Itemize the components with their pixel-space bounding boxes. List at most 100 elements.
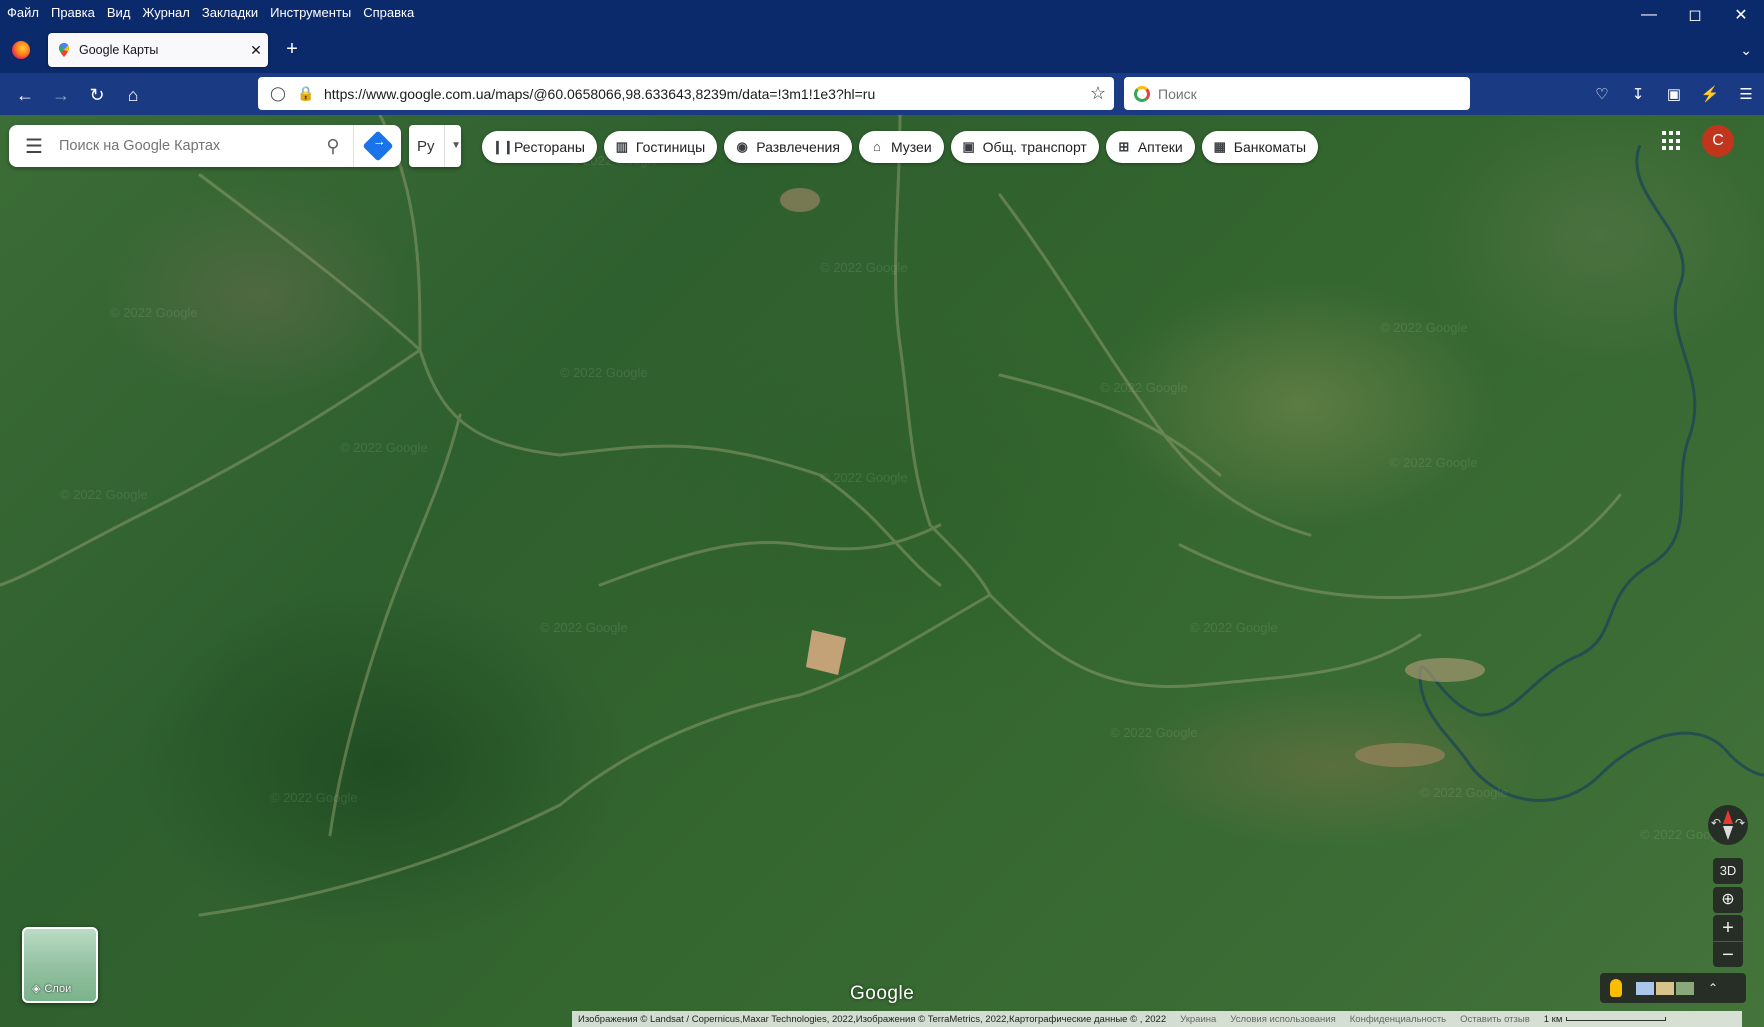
- language-select[interactable]: Ру ▼: [409, 125, 461, 167]
- new-tab-button[interactable]: +: [280, 38, 304, 62]
- menu-help[interactable]: Справка: [357, 2, 420, 24]
- compass-icon[interactable]: ↶ ↷: [1708, 805, 1748, 845]
- app-menu-icon[interactable]: ☰: [1728, 85, 1764, 103]
- chip-label: Аптеки: [1137, 139, 1183, 155]
- google-apps-icon[interactable]: [1662, 131, 1682, 151]
- chip-hotels[interactable]: ▥ Гостиницы: [603, 131, 718, 163]
- menu-view[interactable]: Вид: [101, 2, 137, 24]
- chip-label: Банкоматы: [1233, 139, 1307, 155]
- privacy-link[interactable]: Конфиденциальность: [1350, 1014, 1446, 1025]
- url-text[interactable]: https://www.google.com.ua/maps/@60.06580…: [324, 86, 1082, 102]
- expand-up-icon[interactable]: ⌃: [1708, 981, 1718, 995]
- map-footer: Изображения © Landsat / Copernicus,Maxar…: [572, 1011, 1742, 1027]
- layers-button[interactable]: ◈ Слои: [22, 927, 98, 1003]
- map-watermark: © 2022 Google: [1110, 725, 1198, 740]
- menu-bookmarks[interactable]: Закладки: [196, 2, 264, 24]
- map-watermark: © 2022 Google: [1420, 785, 1508, 800]
- browser-search-bar[interactable]: [1124, 77, 1470, 110]
- zoom-in-button[interactable]: +: [1713, 915, 1743, 941]
- search-icon[interactable]: ⚲: [313, 136, 353, 157]
- chip-restaurants[interactable]: ❙❙ Рестораны: [482, 131, 597, 163]
- map-watermark: © 2022 Google: [540, 620, 628, 635]
- chip-pharmacies[interactable]: ⊞ Аптеки: [1105, 131, 1195, 163]
- home-icon[interactable]: ⌂: [120, 82, 146, 108]
- map-watermark: © 2022 Google: [270, 790, 358, 805]
- menu-bar: Файл Правка Вид Журнал Закладки Инструме…: [0, 0, 1764, 26]
- zoom-out-button[interactable]: −: [1713, 941, 1743, 967]
- directions-button[interactable]: [353, 125, 401, 167]
- back-icon[interactable]: ←: [12, 82, 38, 108]
- scale-line: [1566, 1017, 1667, 1021]
- my-location-icon[interactable]: ⊕: [1713, 887, 1743, 913]
- address-bar[interactable]: ◯ 🔒 https://www.google.com.ua/maps/@60.0…: [258, 77, 1114, 110]
- attribution-text: Изображения © Landsat / Copernicus,Maxar…: [578, 1013, 1167, 1025]
- chip-entertainment[interactable]: ◉ Развлечения: [724, 131, 852, 163]
- navigation-bar: ← → ↻ ⌂ ◯ 🔒 https://www.google.com.ua/ma…: [0, 73, 1764, 115]
- close-tab-icon[interactable]: ✕: [244, 42, 268, 59]
- maps-search-input[interactable]: [59, 138, 313, 154]
- bookmark-star-icon[interactable]: ☆: [1082, 83, 1114, 104]
- chip-museums[interactable]: ⌂ Музеи: [858, 131, 944, 163]
- feedback-link[interactable]: Оставить отзыв: [1460, 1014, 1530, 1025]
- downloads-icon[interactable]: ↧: [1620, 85, 1656, 103]
- category-chips: ❙❙ Рестораны ▥ Гостиницы ◉ Развлечения ⌂…: [482, 131, 1319, 163]
- chevron-down-icon: ▼: [444, 125, 461, 167]
- tab-title: Google Карты: [79, 43, 159, 57]
- map-watermark: © 2022 Google: [340, 440, 428, 455]
- tab-strip: Google Карты ✕ + ⌄: [0, 30, 1764, 70]
- map-watermark: © 2022 Google: [60, 487, 148, 502]
- scale-bar[interactable]: 1 км: [1544, 1014, 1667, 1025]
- menu-file[interactable]: Файл: [1, 2, 45, 24]
- avatar[interactable]: С: [1702, 125, 1734, 157]
- country-link[interactable]: Украина: [1180, 1014, 1216, 1025]
- language-value: Ру: [417, 137, 435, 155]
- map-watermark: © 2022 Google: [560, 365, 648, 380]
- atm-icon: ▦: [1213, 139, 1226, 154]
- museum-icon: ⌂: [873, 139, 881, 154]
- pegman-icon[interactable]: [1610, 979, 1622, 997]
- map-watermark: © 2022 Google: [1190, 620, 1278, 635]
- camera-icon: ◉: [736, 139, 748, 154]
- menu-tools[interactable]: Инструменты: [264, 2, 357, 24]
- map-watermark: © 2022 Google: [820, 260, 908, 275]
- minimize-button[interactable]: —: [1626, 0, 1672, 30]
- toolbar-icons: ♡ ↧ ▣ ⚡ ☰: [1584, 73, 1764, 115]
- chip-label: Рестораны: [514, 139, 585, 155]
- map-watermark: © 2022 Google: [1100, 380, 1188, 395]
- imagery-thumbnails[interactable]: [1636, 981, 1694, 995]
- extension-icon[interactable]: ▣: [1656, 85, 1692, 103]
- directions-icon: [361, 130, 394, 162]
- menu-history[interactable]: Журнал: [136, 2, 195, 24]
- map-watermark: © 2022 Google: [820, 470, 908, 485]
- chip-label: Музеи: [890, 139, 932, 155]
- satellite-map[interactable]: © 2022 Google © 2022 Google © 2022 Googl…: [0, 115, 1764, 1027]
- chip-transit[interactable]: ▣ Общ. транспорт: [950, 131, 1099, 163]
- chip-atms[interactable]: ▦ Банкоматы: [1201, 131, 1319, 163]
- 3d-toggle-button[interactable]: 3D: [1713, 858, 1743, 884]
- layers-text: Слои: [44, 982, 72, 995]
- reload-icon[interactable]: ↻: [84, 82, 110, 108]
- tab-google-maps[interactable]: Google Карты ✕: [48, 33, 268, 67]
- terms-link[interactable]: Условия использования: [1230, 1014, 1335, 1025]
- map-imagery: [0, 115, 1764, 917]
- map-watermark: © 2022 Google: [1380, 320, 1468, 335]
- layers-label: ◈ Слои: [32, 982, 72, 996]
- forward-icon[interactable]: →: [48, 82, 74, 108]
- flash-icon[interactable]: ⚡: [1692, 85, 1728, 103]
- chip-label: Общ. транспорт: [982, 139, 1087, 155]
- firefox-icon[interactable]: [12, 41, 30, 59]
- bus-icon: ▣: [962, 139, 975, 154]
- chip-label: Развлечения: [756, 139, 840, 155]
- bed-icon: ▥: [615, 139, 629, 154]
- maximize-button[interactable]: ◻: [1672, 0, 1718, 30]
- chip-label: Гостиницы: [635, 139, 706, 155]
- pocket-icon[interactable]: ♡: [1584, 85, 1620, 103]
- list-all-tabs-icon[interactable]: ⌄: [1740, 42, 1752, 59]
- maps-menu-icon[interactable]: ☰: [9, 134, 59, 159]
- close-window-button[interactable]: ✕: [1718, 0, 1764, 30]
- lock-icon[interactable]: 🔒: [292, 85, 320, 102]
- browser-search-input[interactable]: [1158, 85, 1458, 102]
- tracking-shield-icon[interactable]: ◯: [264, 85, 292, 102]
- menu-edit[interactable]: Правка: [45, 2, 101, 24]
- scale-label: 1 км: [1543, 1013, 1563, 1025]
